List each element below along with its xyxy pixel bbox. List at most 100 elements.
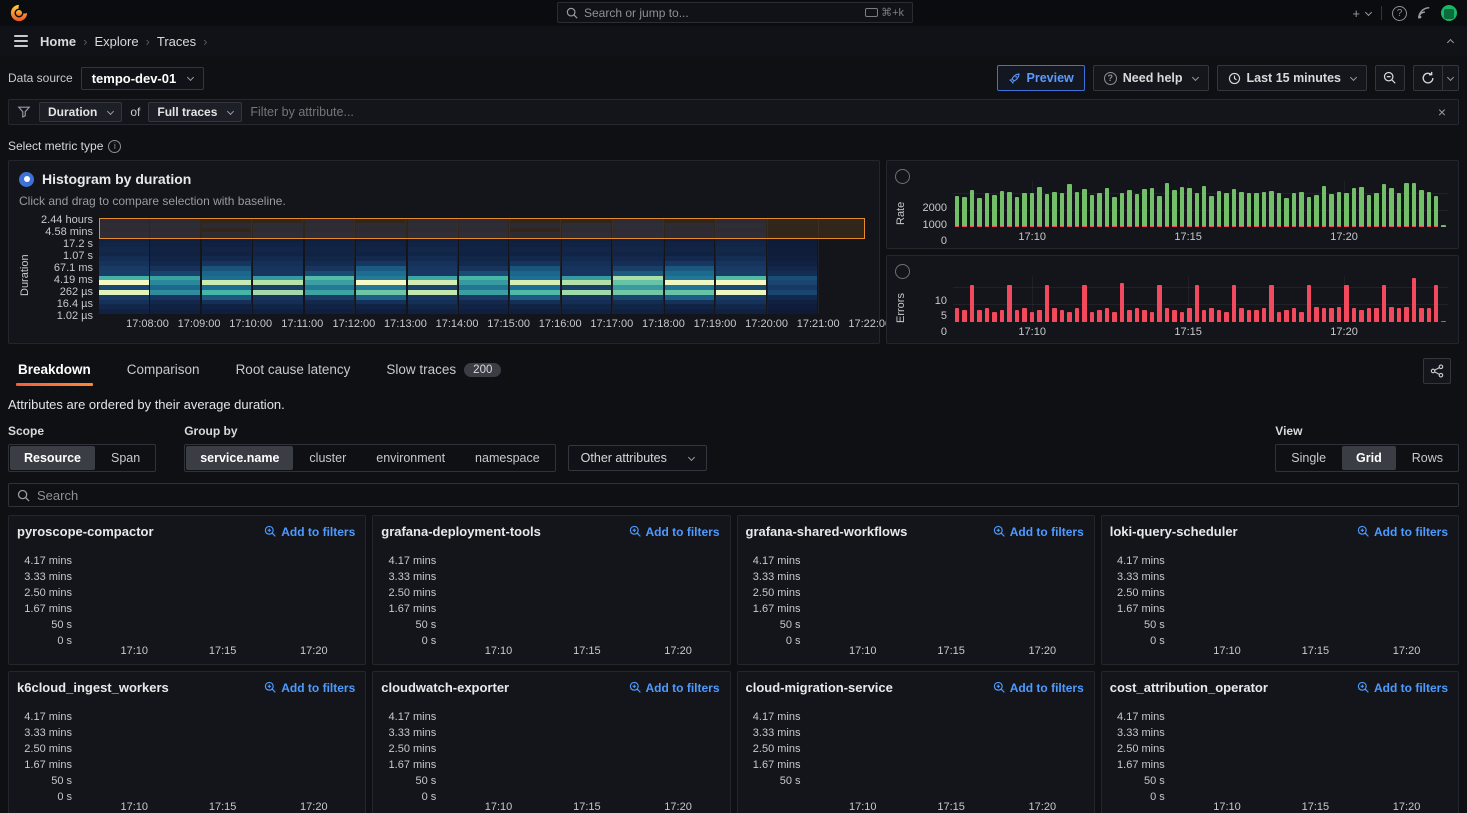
groupby-option-environment[interactable]: environment — [362, 446, 459, 470]
heatmap-y-tick: 1.02 µs — [57, 310, 93, 322]
duration-heatmap[interactable] — [99, 218, 869, 314]
filter-traces-select[interactable]: Full traces — [148, 102, 242, 122]
rate-chart[interactable] — [953, 181, 1448, 227]
add-to-filters-button[interactable]: Add to filters — [264, 525, 355, 539]
zoom-out-button[interactable] — [1375, 65, 1405, 91]
histogram-radio[interactable] — [19, 172, 34, 187]
other-attributes-select[interactable]: Other attributes — [568, 445, 707, 471]
tab-slow-traces[interactable]: Slow traces200 — [384, 356, 503, 386]
tab-comparison[interactable]: Comparison — [125, 356, 202, 386]
service-y-tick: 3.33 mins — [24, 727, 72, 739]
service-chart[interactable] — [808, 707, 1084, 797]
service-x-tick: 17:20 — [664, 645, 692, 657]
errors-x-tick: 17:10 — [1018, 326, 1046, 338]
collapse-section-button[interactable] — [1444, 32, 1453, 50]
menu-toggle-icon[interactable] — [14, 35, 28, 47]
breadcrumb-item-home[interactable]: Home — [40, 34, 76, 49]
service-panel-cloudwatch-exporter: cloudwatch-exporter Add to filters 4.17 … — [372, 671, 730, 813]
breadcrumb-item-traces[interactable]: Traces — [157, 34, 196, 49]
service-chart[interactable] — [79, 551, 355, 641]
service-title: grafana-deployment-tools — [381, 524, 541, 539]
error-base — [1135, 226, 1139, 228]
view-toggle: SingleGridRows — [1275, 444, 1459, 472]
bar — [1254, 193, 1258, 228]
attribute-search — [8, 483, 1459, 507]
refresh-button[interactable] — [1413, 65, 1443, 91]
clear-filter-icon[interactable]: × — [1434, 104, 1450, 120]
service-chart[interactable] — [1172, 551, 1448, 641]
share-button[interactable] — [1423, 358, 1451, 384]
add-to-filters-button[interactable]: Add to filters — [1357, 525, 1448, 539]
tab-breakdown[interactable]: Breakdown — [16, 356, 93, 386]
rate-x-tick: 17:20 — [1330, 231, 1358, 243]
groupby-option-cluster[interactable]: cluster — [295, 446, 360, 470]
breadcrumb-separator: › — [146, 34, 150, 49]
add-to-filters-button[interactable]: Add to filters — [629, 681, 720, 695]
add-to-filters-button[interactable]: Add to filters — [993, 681, 1084, 695]
service-x-tick: 17:10 — [485, 645, 513, 657]
breadcrumb-item-explore[interactable]: Explore — [94, 34, 138, 49]
bar — [970, 190, 974, 227]
datasource-label: Data source — [8, 71, 73, 85]
service-y-tick: 0 s — [57, 635, 72, 647]
service-chart[interactable] — [1172, 707, 1448, 797]
bar — [1037, 310, 1041, 322]
service-x-tick: 17:10 — [120, 645, 148, 657]
bar — [1067, 312, 1071, 322]
attribute-search-input[interactable] — [37, 488, 1450, 503]
add-to-filters-button[interactable]: Add to filters — [629, 525, 720, 539]
error-base — [1007, 226, 1011, 228]
bar — [1187, 308, 1191, 322]
service-y-tick: 2.50 mins — [389, 587, 437, 599]
refresh-interval-dropdown[interactable] — [1443, 65, 1459, 91]
add-to-filters-button[interactable]: Add to filters — [1357, 681, 1448, 695]
search-icon — [566, 7, 578, 19]
metric-type-label: Select metric type — [8, 139, 103, 153]
add-new-button[interactable]: + — [1352, 6, 1371, 21]
bar — [1374, 193, 1378, 228]
groupby-toggle: service.nameclusterenvironmentnamespace — [184, 444, 555, 472]
bar — [1382, 285, 1386, 322]
bar — [1277, 193, 1281, 228]
heatmap-y-tick: 4.19 ms — [54, 274, 93, 286]
errors-chart[interactable] — [953, 276, 1448, 322]
filter-duration-select[interactable]: Duration — [39, 102, 122, 122]
service-chart[interactable] — [443, 707, 719, 797]
datasource-select[interactable]: tempo-dev-01 — [81, 67, 205, 90]
add-to-filters-button[interactable]: Add to filters — [993, 525, 1084, 539]
groupby-option-service-name[interactable]: service.name — [186, 446, 293, 470]
add-to-filters-button[interactable]: Add to filters — [264, 681, 355, 695]
grafana-logo[interactable] — [10, 4, 28, 22]
service-chart[interactable] — [79, 707, 355, 797]
error-base — [1419, 226, 1423, 228]
user-avatar[interactable] — [1441, 5, 1457, 21]
news-rss-icon[interactable] — [1417, 6, 1431, 20]
error-base — [1127, 226, 1131, 228]
help-icon[interactable]: ? — [1392, 6, 1407, 21]
service-chart[interactable] — [808, 551, 1084, 641]
bar — [1412, 278, 1416, 322]
filter-attribute-input[interactable] — [250, 105, 1425, 119]
view-option-rows[interactable]: Rows — [1398, 446, 1457, 470]
bar — [1314, 307, 1318, 322]
global-search-input[interactable]: Search or jump to... ⌘+k — [557, 2, 913, 23]
service-chart[interactable] — [443, 551, 719, 641]
bar — [1329, 194, 1333, 227]
service-y-tick: 50 s — [780, 619, 801, 631]
time-range-picker[interactable]: Last 15 minutes — [1217, 65, 1367, 91]
view-option-grid[interactable]: Grid — [1342, 446, 1396, 470]
error-base — [1045, 226, 1049, 228]
preview-button[interactable]: Preview — [997, 65, 1085, 91]
groupby-option-namespace[interactable]: namespace — [461, 446, 554, 470]
service-x-tick: 17:10 — [849, 645, 877, 657]
heatmap-cell — [253, 309, 303, 314]
scope-option-resource[interactable]: Resource — [10, 446, 95, 470]
view-option-single[interactable]: Single — [1277, 446, 1340, 470]
tab-root-cause-latency[interactable]: Root cause latency — [234, 356, 353, 386]
info-icon[interactable]: i — [108, 140, 121, 153]
bar — [1322, 308, 1326, 322]
heatmap-selection[interactable] — [99, 218, 865, 239]
need-help-button[interactable]: ? Need help — [1093, 65, 1209, 91]
funnel-icon — [17, 105, 31, 119]
scope-option-span[interactable]: Span — [97, 446, 154, 470]
